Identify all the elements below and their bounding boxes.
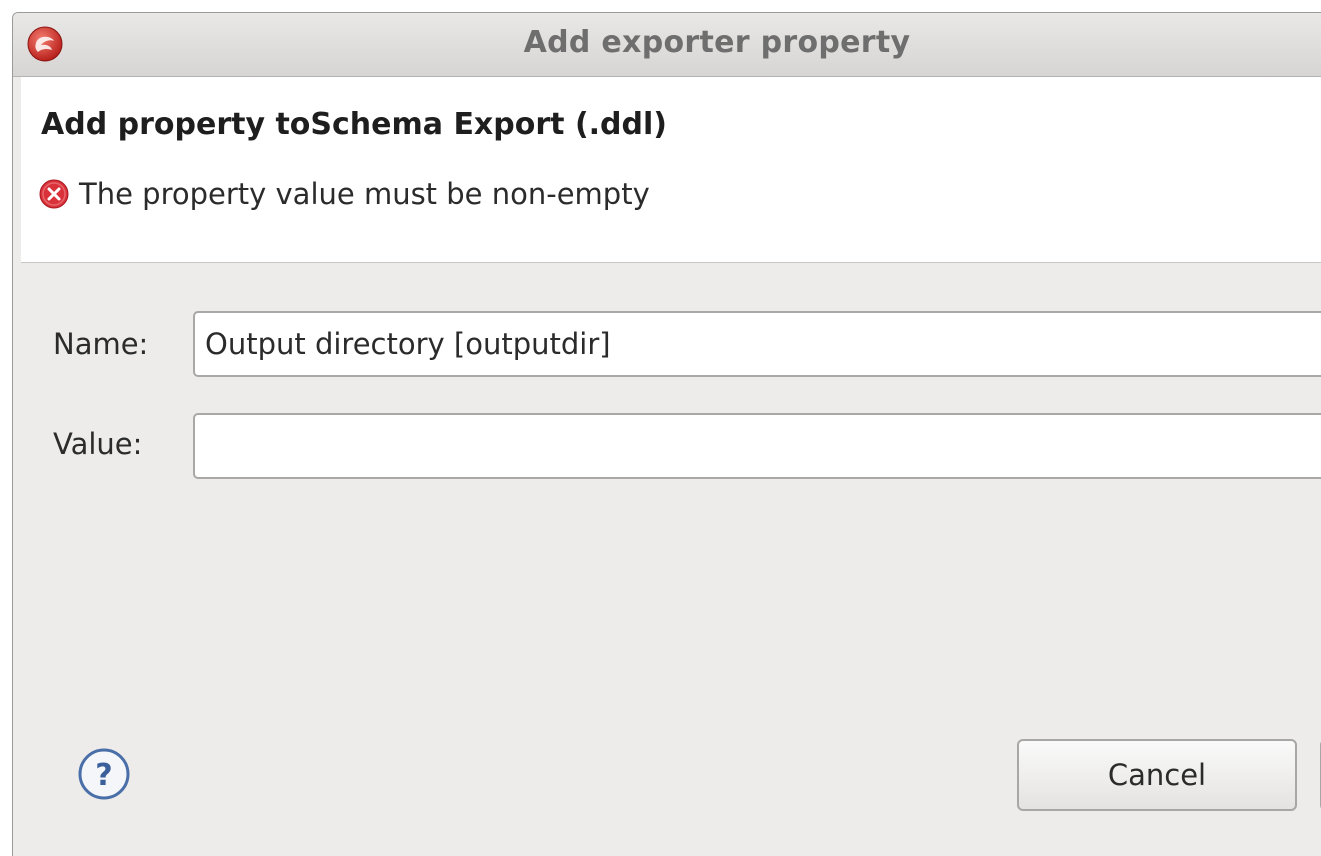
cancel-button[interactable]: Cancel — [1017, 739, 1297, 811]
window-title: Add exporter property — [523, 25, 911, 60]
validation-message: The property value must be non-empty — [39, 177, 650, 211]
value-field[interactable] — [193, 413, 1321, 479]
dialog-window: Add exporter property Add property toSch… — [12, 12, 1321, 856]
title-bar[interactable]: Add exporter property — [13, 13, 1321, 77]
name-field[interactable] — [193, 311, 1321, 377]
name-label: Name: — [53, 327, 149, 361]
header-title: Add property toSchema Export (.ddl) — [41, 107, 668, 142]
error-icon — [39, 179, 69, 209]
dialog-header: Add property toSchema Export (.ddl) The … — [21, 77, 1321, 263]
value-label: Value: — [53, 427, 143, 461]
svg-text:?: ? — [95, 758, 112, 793]
validation-message-text: The property value must be non-empty — [79, 177, 650, 211]
help-icon[interactable]: ? — [77, 747, 131, 801]
